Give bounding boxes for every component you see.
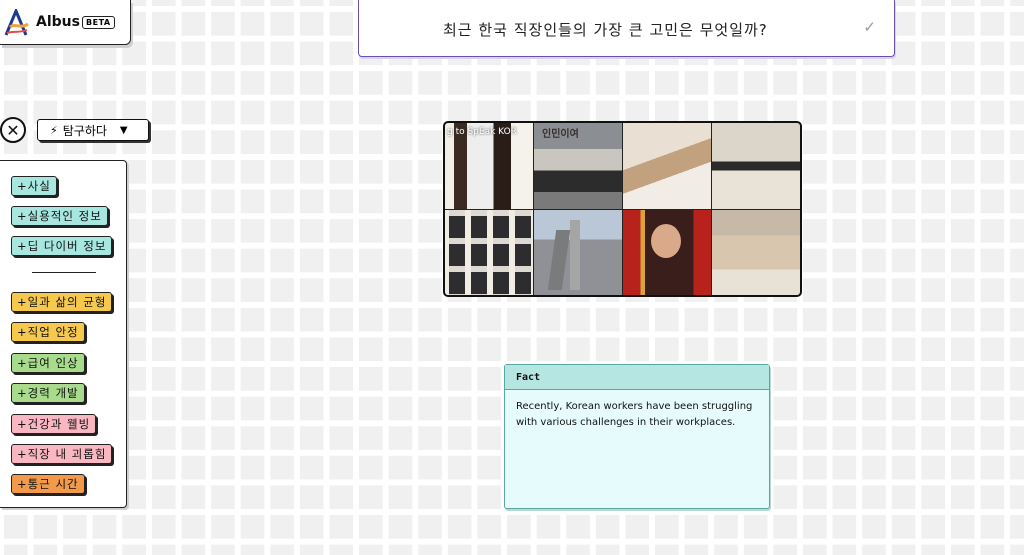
chip-salary-raise[interactable]: +급여 인상 xyxy=(11,353,85,373)
chip-deep-diver-info[interactable]: +딥 다이버 정보 xyxy=(11,236,113,256)
albus-logo-icon xyxy=(4,9,29,36)
image-tile[interactable] xyxy=(623,123,711,209)
topic-panel: +사실 +실용적인 정보 +딥 다이버 정보 +일과 삶의 균형 +직업 안정 … xyxy=(0,160,127,508)
close-icon: ✕ xyxy=(6,120,20,140)
beta-badge: BETA xyxy=(82,16,115,29)
image-tile[interactable]: g to SpEak KOR xyxy=(445,123,533,209)
close-button[interactable]: ✕ xyxy=(0,117,26,143)
app-logo-box[interactable]: Albus BETA xyxy=(0,0,131,45)
chip-job-security[interactable]: +직업 안정 xyxy=(11,322,85,342)
chip-workplace-harassment[interactable]: +직장 내 괴롭힘 xyxy=(11,444,113,464)
image-tile[interactable] xyxy=(712,209,800,295)
image-caption: g to SpEak KOR xyxy=(447,127,517,137)
image-tile[interactable] xyxy=(623,209,711,295)
app-name: Albus xyxy=(36,14,80,30)
chip-career-development[interactable]: +경력 개발 xyxy=(11,383,85,403)
chip-work-life-balance[interactable]: +일과 삶의 균형 xyxy=(11,292,113,312)
chip-facts[interactable]: +사실 xyxy=(11,176,57,196)
image-caption: 인민이여 xyxy=(542,129,579,140)
check-icon[interactable]: ✓ xyxy=(863,18,876,36)
image-tile[interactable] xyxy=(534,209,622,295)
image-tile[interactable] xyxy=(445,209,533,295)
image-grid[interactable]: g to SpEak KOR 인민이여 xyxy=(443,121,802,297)
image-tile[interactable] xyxy=(712,123,800,209)
image-tile[interactable]: 인민이여 xyxy=(534,123,622,209)
question-text[interactable]: 최근 한국 직장인들의 가장 큰 고민은 무엇일까? xyxy=(443,19,768,40)
caret-down-icon: ▼ xyxy=(119,124,128,136)
chip-practical-info[interactable]: +실용적인 정보 xyxy=(11,206,108,226)
lightning-icon: ⚡ xyxy=(50,123,58,137)
chip-health-wellbeing[interactable]: +건강과 웰빙 xyxy=(11,414,97,434)
fact-card[interactable]: Fact Recently, Korean workers have been … xyxy=(504,364,770,509)
chip-commute-time[interactable]: +통근 시간 xyxy=(11,474,85,494)
fact-card-body: Recently, Korean workers have been strug… xyxy=(516,401,753,428)
explore-dropdown-button[interactable]: ⚡ 탐구하다 ▼ xyxy=(37,119,149,141)
fact-card-title: Fact xyxy=(505,365,769,390)
question-input[interactable]: 최근 한국 직장인들의 가장 큰 고민은 무엇일까? ✓ xyxy=(358,0,895,57)
panel-divider xyxy=(32,272,96,273)
explore-label: 탐구하다 xyxy=(62,123,107,138)
